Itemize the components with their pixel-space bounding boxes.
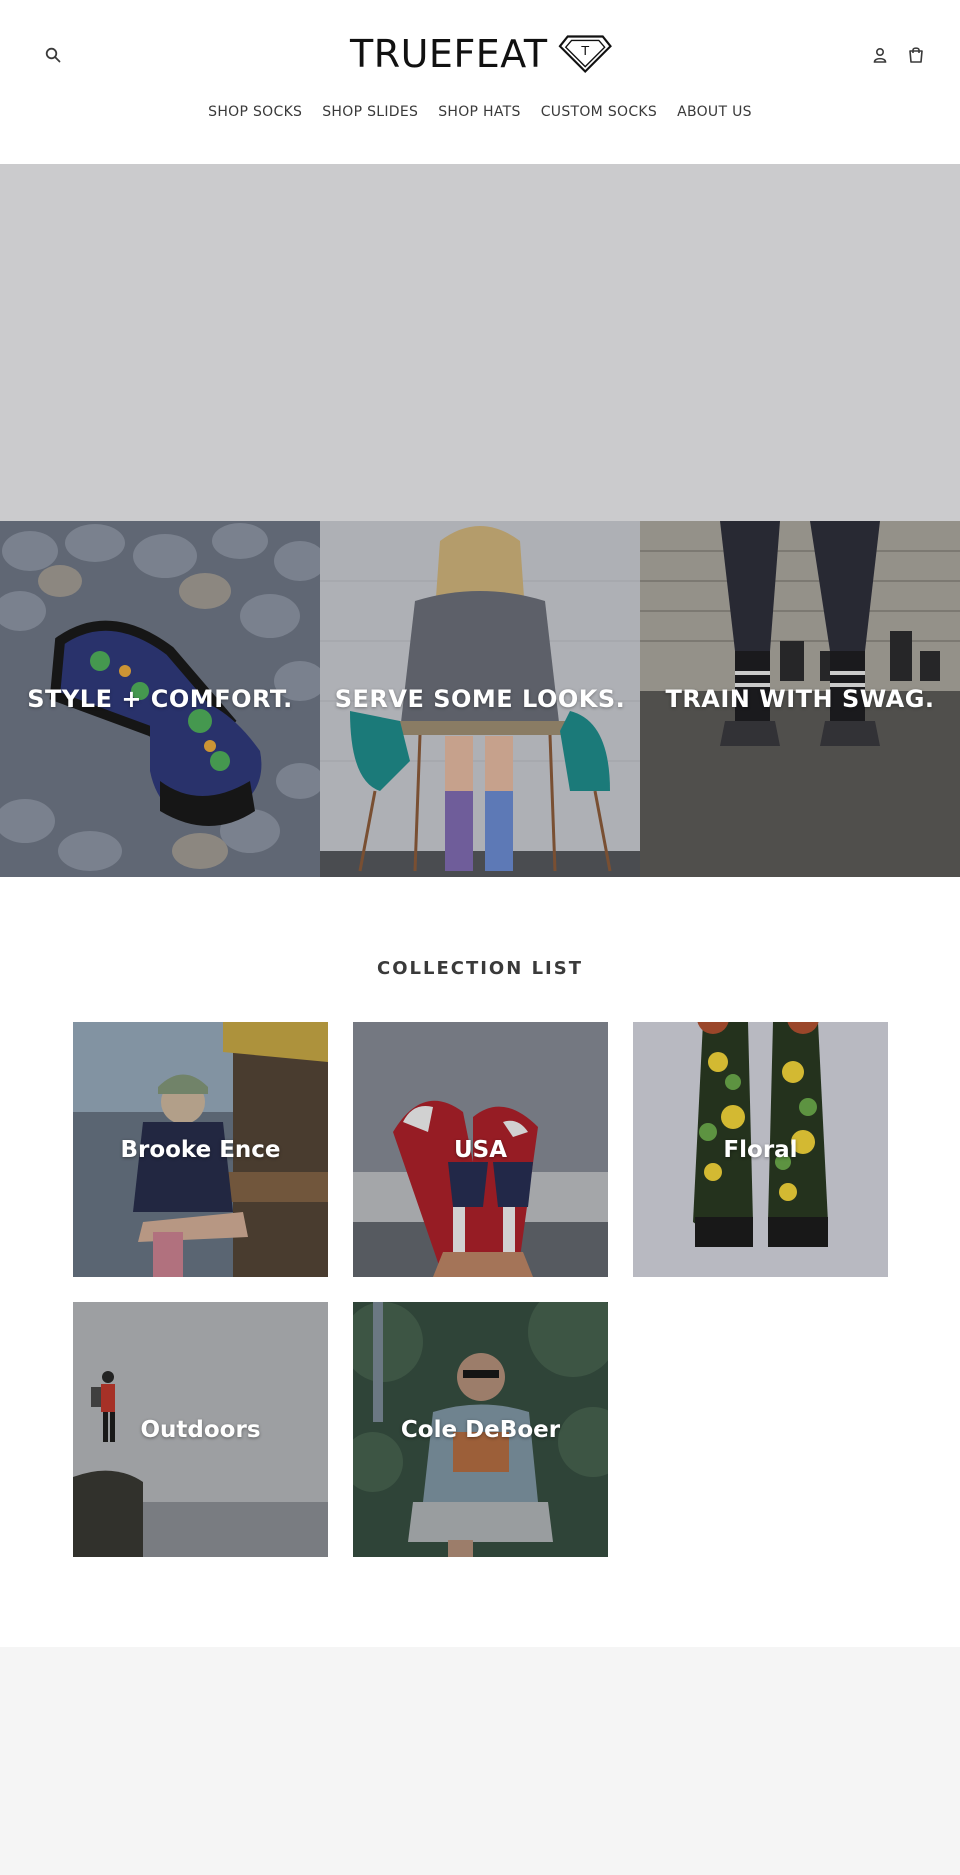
- nav-shop-hats[interactable]: SHOP HATS: [438, 104, 520, 120]
- user-icon[interactable]: [866, 41, 894, 69]
- promo-title: STYLE + COMFORT.: [27, 685, 293, 713]
- collection-title: USA: [453, 1136, 508, 1163]
- nav-shop-slides[interactable]: SHOP SLIDES: [322, 104, 418, 120]
- hero-banner-placeholder: [0, 164, 960, 521]
- nav-custom-socks[interactable]: CUSTOM SOCKS: [541, 104, 657, 120]
- collection-list-heading: COLLECTION LIST: [377, 958, 583, 979]
- nav-about-us[interactable]: ABOUT US: [677, 104, 752, 120]
- logo-text: TRUEFEAT: [350, 32, 548, 76]
- collection-title: Outdoors: [140, 1416, 261, 1443]
- promo-slides[interactable]: STYLE + COMFORT.: [0, 521, 320, 877]
- main-nav: SHOP SOCKS SHOP SLIDES SHOP HATS CUSTOM …: [0, 104, 960, 120]
- promo-title: SERVE SOME LOOKS.: [334, 685, 626, 713]
- collection-tile-cole-deboer[interactable]: Cole DeBoer: [353, 1302, 608, 1557]
- site-logo[interactable]: TRUEFEAT T: [350, 30, 612, 78]
- collection-title: Floral: [723, 1136, 798, 1163]
- promo-title: TRAIN WITH SWAG.: [665, 685, 935, 713]
- logo-mark: T: [580, 43, 589, 58]
- search-icon[interactable]: [39, 41, 67, 69]
- collection-title: Cole DeBoer: [400, 1416, 561, 1443]
- promo-training[interactable]: TRAIN WITH SWAG.: [640, 521, 960, 877]
- collection-tile-usa[interactable]: USA: [353, 1022, 608, 1277]
- promo-socks[interactable]: SERVE SOME LOOKS.: [320, 521, 640, 877]
- nav-shop-socks[interactable]: SHOP SOCKS: [208, 104, 302, 120]
- cart-icon[interactable]: [902, 40, 930, 68]
- collection-tile-brooke-ence[interactable]: Brooke Ence: [73, 1022, 328, 1277]
- footer: [0, 1647, 960, 1875]
- collection-title: Brooke Ence: [120, 1136, 281, 1163]
- site-header: TRUEFEAT T SHOP SOCKS SHOP SLIDES SHOP H…: [0, 0, 960, 164]
- collection-tile-outdoors[interactable]: Outdoors: [73, 1302, 328, 1557]
- promo-row: STYLE + COMFORT. SERVE SOME LOOKS. TRAIN…: [0, 521, 960, 877]
- collection-tile-floral[interactable]: Floral: [633, 1022, 888, 1277]
- diamond-logo-icon: T: [558, 35, 612, 74]
